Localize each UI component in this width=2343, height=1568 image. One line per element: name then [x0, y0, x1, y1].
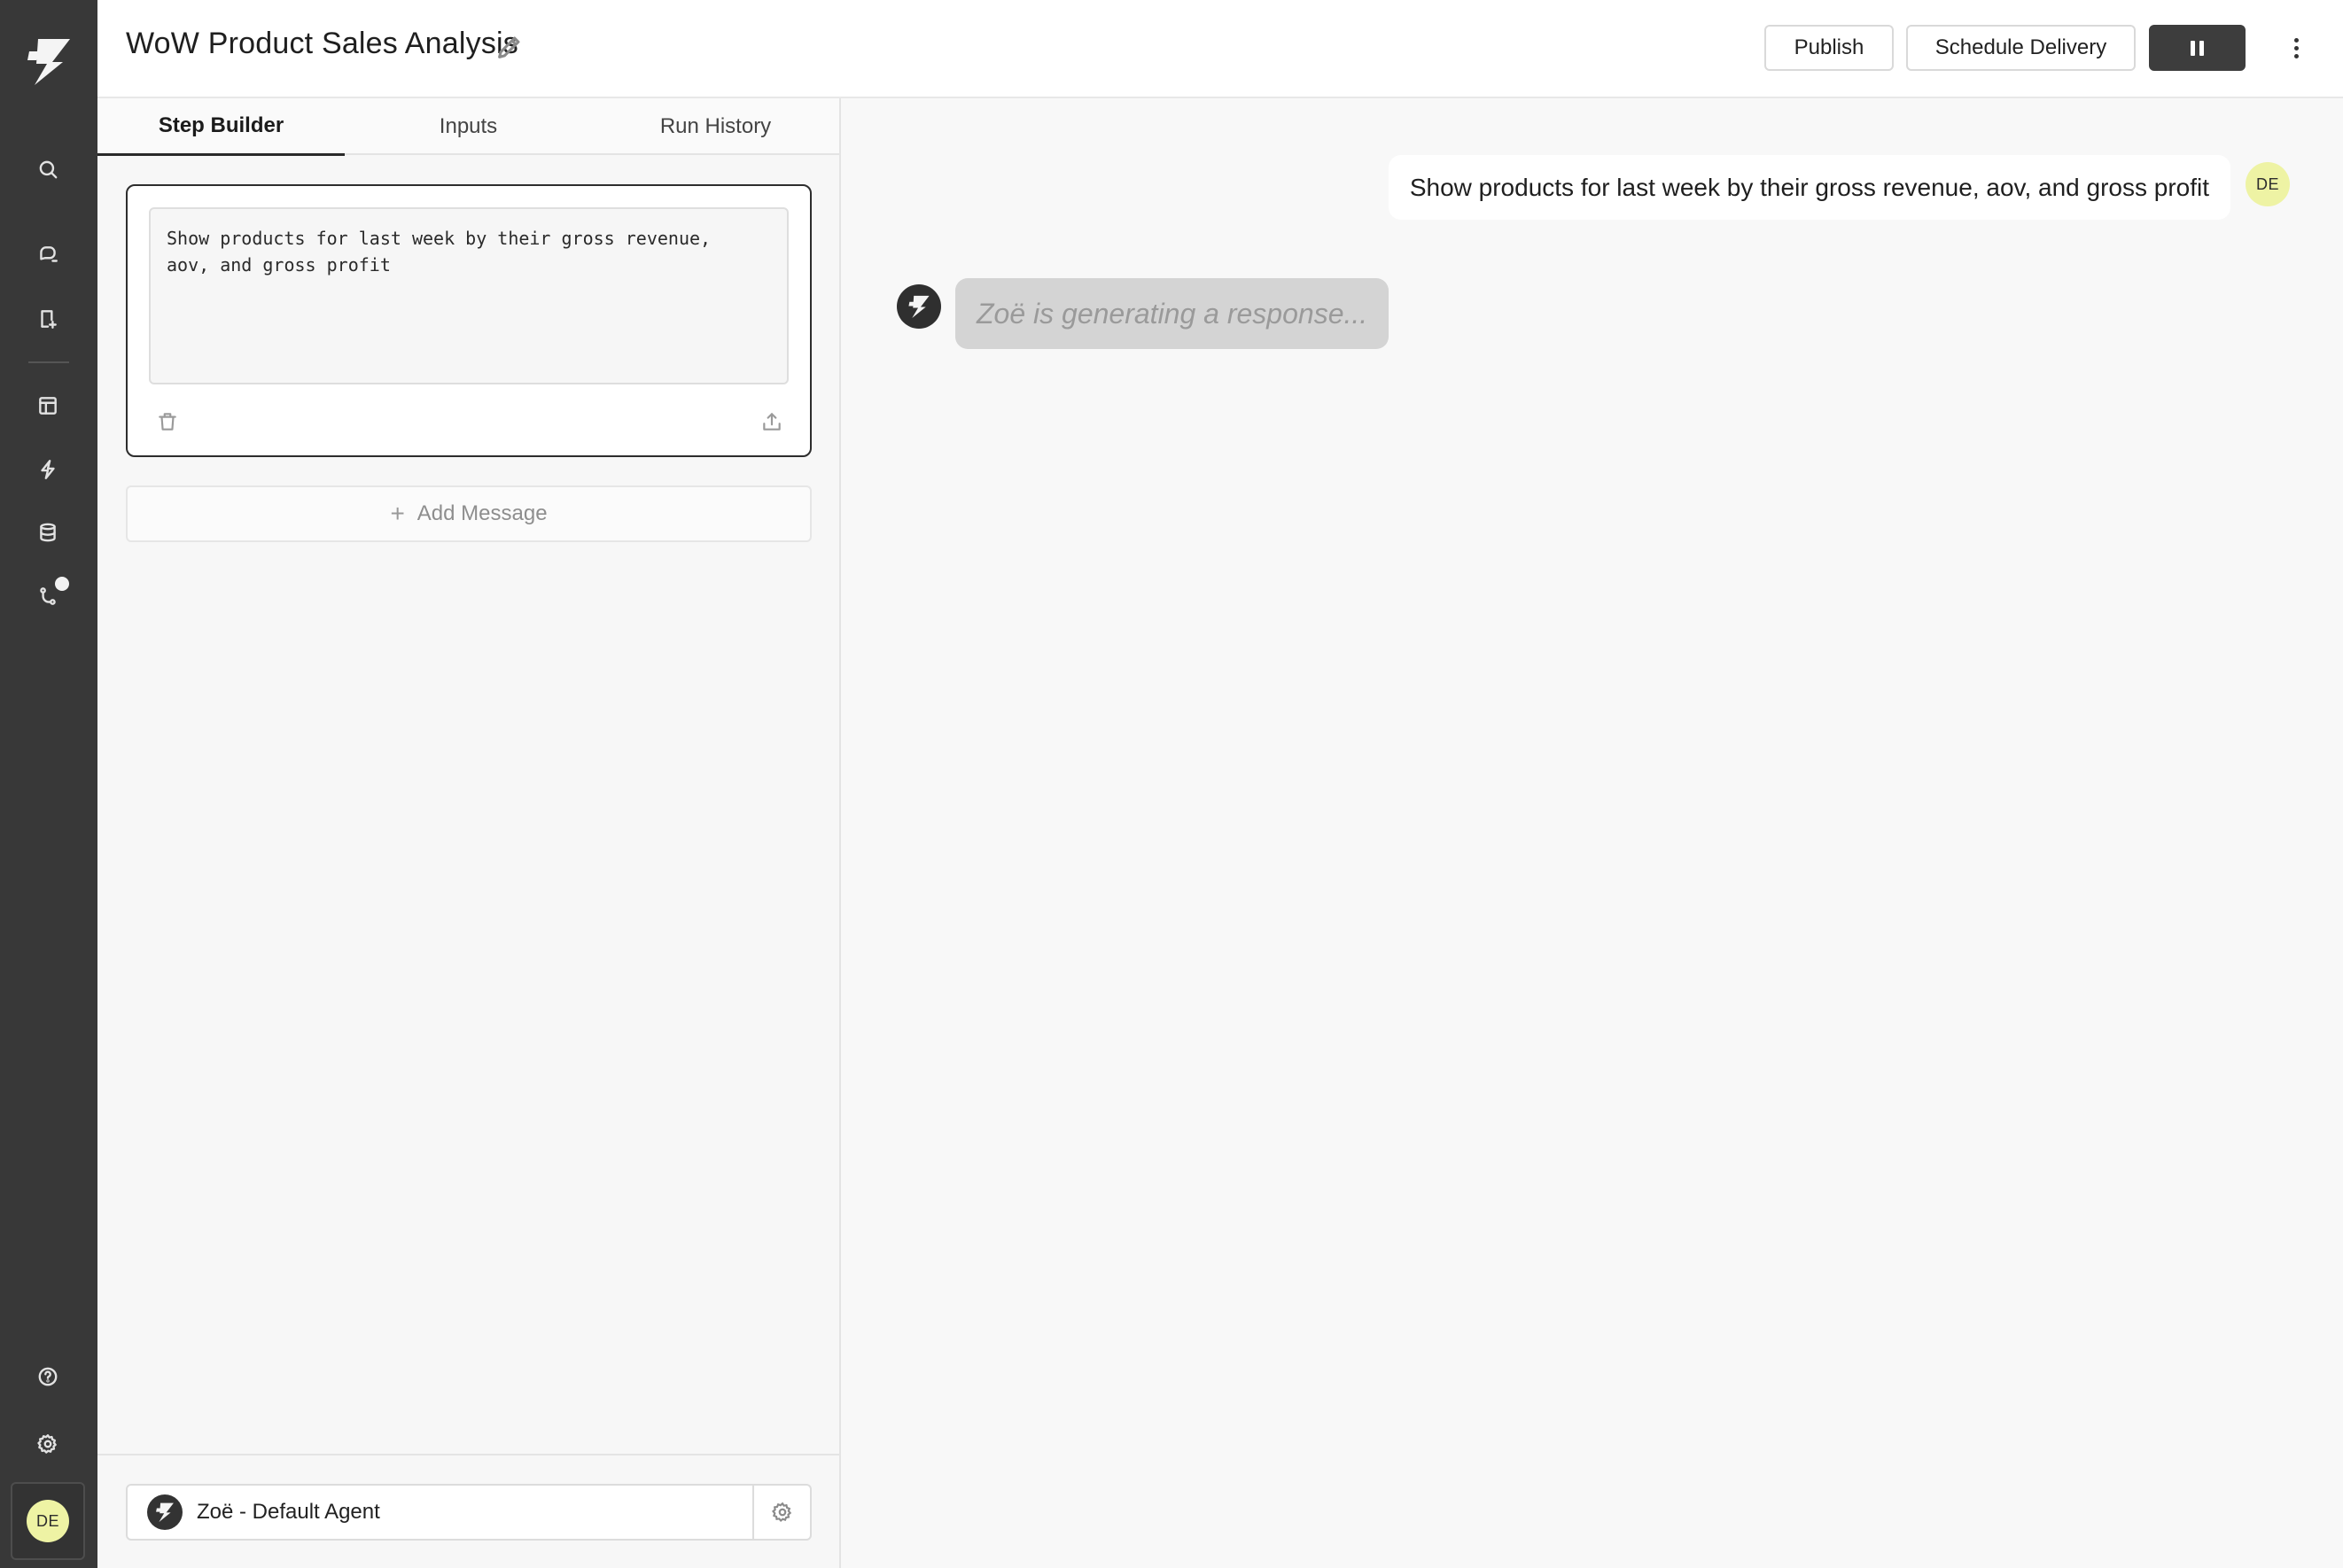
user-message: Show products for last week by their gro… [1388, 155, 2230, 220]
gear-icon[interactable] [30, 1426, 66, 1462]
more-options-icon[interactable] [2283, 32, 2309, 64]
add-message-label: Add Message [416, 501, 548, 525]
add-message-button[interactable]: + Add Message [126, 485, 812, 542]
step-message-input[interactable]: Show products for last week by their gro… [149, 207, 789, 384]
chat-icon[interactable] [30, 237, 66, 273]
chat-area: Show products for last week by their gro… [841, 98, 2343, 1568]
agent-status-message: Zoë is generating a response... [955, 278, 1389, 349]
agent-select[interactable]: Zoë - Default Agent [126, 1484, 754, 1541]
agent-footer: Zoë - Default Agent [97, 1454, 839, 1568]
step-builder-panel: Step Builder Inputs Run History Show pro… [97, 98, 841, 1568]
pause-button[interactable] [2149, 25, 2246, 71]
pencil-icon[interactable] [494, 32, 525, 62]
user-avatar: DE [2246, 162, 2290, 206]
agent-name: Zoë - Default Agent [197, 1500, 380, 1524]
notification-dot [55, 577, 69, 591]
tab-bar: Step Builder Inputs Run History [97, 98, 839, 156]
schedule-delivery-button[interactable]: Schedule Delivery [1906, 25, 2136, 71]
bolt-icon[interactable] [30, 452, 66, 487]
tab-step-builder[interactable]: Step Builder [97, 98, 345, 156]
step-card: Show products for last week by their gro… [126, 184, 812, 457]
icon-rail: DE [0, 0, 97, 1568]
publish-button[interactable]: Publish [1764, 25, 1894, 71]
layout-icon[interactable] [30, 388, 66, 423]
logo-icon[interactable] [26, 35, 72, 87]
plus-icon: + [390, 500, 405, 527]
help-icon[interactable] [30, 1359, 66, 1394]
gear-icon [771, 1502, 791, 1523]
rail-divider [28, 361, 69, 363]
page-title: WoW Product Sales Analysis [126, 27, 518, 60]
agent-avatar-icon [897, 284, 941, 329]
header: WoW Product Sales Analysis Publish Sched… [97, 0, 2343, 98]
app: DE WoW Product Sales Analysis Publish Sc… [0, 0, 2343, 1568]
user-menu-button[interactable]: DE [11, 1482, 85, 1560]
agent-logo-icon [147, 1494, 183, 1530]
tab-run-history[interactable]: Run History [592, 98, 839, 155]
search-icon[interactable] [30, 151, 66, 187]
trash-icon[interactable] [156, 410, 179, 433]
agent-settings-button[interactable] [752, 1484, 812, 1541]
report-icon[interactable] [30, 301, 66, 337]
upload-icon[interactable] [760, 410, 783, 433]
pause-icon [2191, 40, 2204, 56]
database-icon[interactable] [30, 515, 66, 550]
tab-inputs[interactable]: Inputs [345, 98, 592, 155]
avatar: DE [27, 1500, 69, 1542]
